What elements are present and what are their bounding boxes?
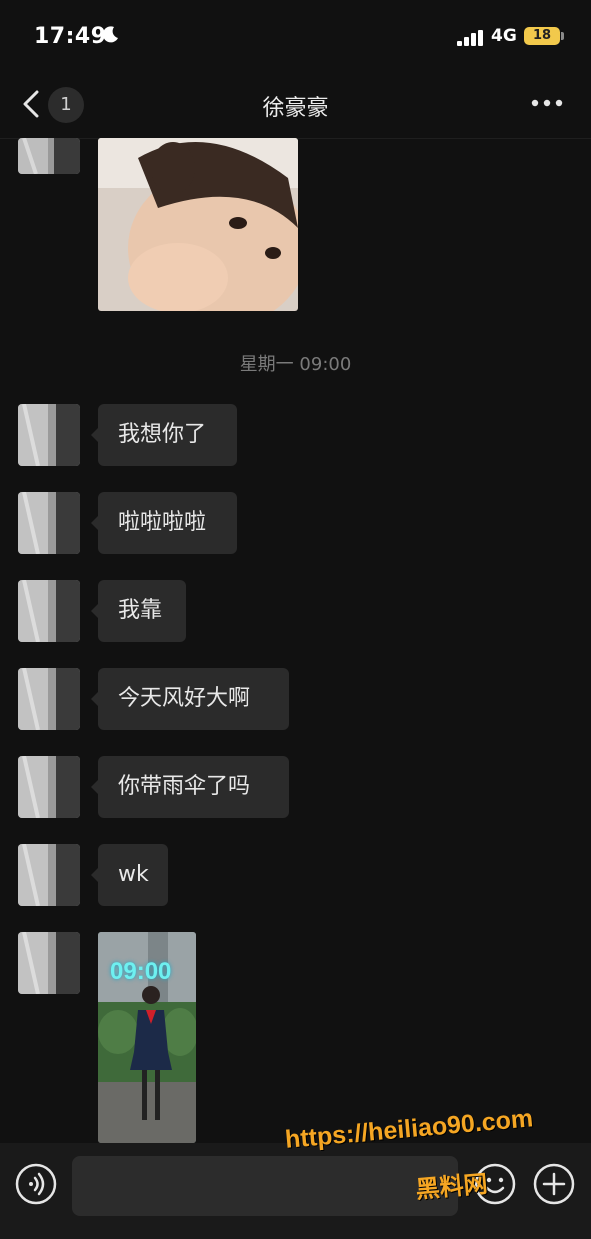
message-bubble[interactable]: 你带雨伞了吗	[91, 756, 289, 818]
avatar[interactable]	[18, 668, 80, 730]
avatar[interactable]	[18, 580, 80, 642]
more-icon[interactable]	[531, 98, 563, 108]
avatar[interactable]	[18, 844, 80, 906]
avatar[interactable]	[18, 932, 80, 994]
avatar[interactable]	[18, 404, 80, 466]
chat-title: 徐豪豪	[262, 96, 329, 121]
message-bubble[interactable]: 我靠	[91, 580, 186, 642]
message-bubble[interactable]: 今天风好大啊	[91, 668, 289, 730]
image-message-girl[interactable]	[98, 138, 298, 311]
avatar[interactable]	[18, 138, 80, 174]
message-input[interactable]	[72, 1156, 458, 1216]
avatar[interactable]	[18, 756, 80, 818]
image-message-lockscreen[interactable]: 09:00	[98, 932, 196, 1143]
message-bubble[interactable]: 啦啦啦啦	[91, 492, 237, 554]
plus-icon[interactable]	[533, 1163, 575, 1205]
status-time: 17:49	[34, 24, 107, 49]
avatar[interactable]	[18, 492, 80, 554]
message-bubble[interactable]: 我想你了	[91, 404, 237, 466]
status-bar: 17:49 4G 18	[0, 0, 591, 70]
lockscreen-time: 09:00	[110, 958, 172, 985]
chat-timestamp: 星期一 09:00	[239, 354, 352, 375]
watermark-name: 黑料网	[414, 1169, 489, 1204]
message-bubble[interactable]: wk	[91, 844, 168, 906]
network-type: 4G	[491, 26, 517, 46]
battery-level: 18	[524, 27, 560, 45]
voice-icon[interactable]	[15, 1163, 57, 1205]
input-bar	[0, 1143, 591, 1239]
battery-cap	[561, 32, 564, 40]
signal-icon	[457, 30, 483, 46]
chat-header: 1 徐豪豪	[0, 70, 591, 139]
moon-icon	[102, 26, 118, 43]
